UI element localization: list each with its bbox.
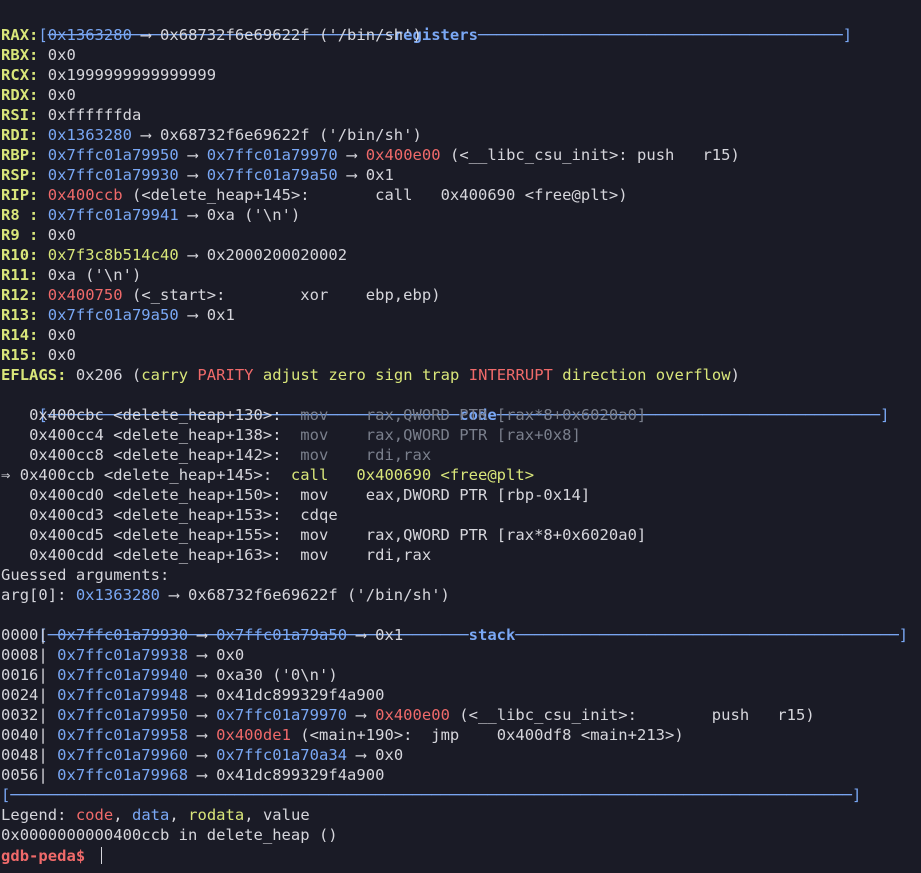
eflag-sign: sign [375, 366, 413, 384]
legend-code: code [75, 806, 114, 824]
code-line: 0x400cd0 <delete_heap+150>: mov eax,DWOR… [29, 486, 591, 504]
command-prompt-line[interactable]: gdb-peda$ [1, 846, 103, 866]
legend-rodata: rodata [188, 806, 245, 824]
eflag-trap: trap [421, 366, 460, 384]
gdb-prompt: gdb-peda$ [1, 847, 95, 865]
register-rdx: RDX: 0x0 [1, 86, 76, 104]
register-r12: R12: 0x400750 (<_start>: xor ebp,ebp) [1, 286, 441, 304]
register-rip: RIP: 0x400ccb (<delete_heap+145>: call 0… [1, 186, 628, 204]
eflag-zero: zero [328, 366, 366, 384]
register-rbp: RBP: 0x7ffc01a79950 ⟶ 0x7ffc01a79970 ⟶ 0… [1, 146, 740, 164]
code-line: 0x400cd3 <delete_heap+153>: cdqe [29, 506, 338, 524]
register-r10: R10: 0x7f3c8b514c40 ⟶ 0x2000200020002 [1, 246, 348, 264]
stack-row: 0008| 0x7ffc01a79938 ⟶ 0x0 [1, 646, 245, 664]
legend-data: data [131, 806, 170, 824]
register-r9: R9 : 0x0 [1, 226, 76, 244]
register-rbx: RBX: 0x0 [1, 46, 76, 64]
code-line: 0x400cdd <delete_heap+163>: mov rdi,rax [29, 546, 432, 564]
stack-row: 0016| 0x7ffc01a79940 ⟶ 0xa30 ('0\n') [1, 666, 338, 684]
legend-value: value [262, 806, 310, 824]
register-rsi: RSI: 0xffffffda [1, 106, 142, 124]
stack-row: 0048| 0x7ffc01a79960 ⟶ 0x7ffc01a70a34 ⟶ … [1, 746, 404, 764]
register-rdi: RDI: 0x1363280 ⟶ 0x68732f6e69622f ('/bin… [1, 126, 422, 144]
text-cursor[interactable] [100, 847, 103, 864]
code-line: 0x400cbc <delete_heap+130>: mov rax,QWOR… [29, 406, 647, 424]
eflag-direction: direction [562, 366, 647, 384]
code-line: 0x400cc4 <delete_heap+138>: mov rax,QWOR… [29, 426, 581, 444]
stack-row: 0040| 0x7ffc01a79958 ⟶ 0x400de1 (<main+1… [1, 726, 684, 744]
stack-row: 0056| 0x7ffc01a79968 ⟶ 0x41dc899329f4a90… [1, 766, 385, 784]
color-legend: Legend: code, data, rodata, value [1, 806, 310, 824]
code-line-current: ⇒ 0x400ccb <delete_heap+145>: call 0x400… [1, 466, 535, 484]
code-line: 0x400cc8 <delete_heap+142>: mov rdi,rax [29, 446, 432, 464]
eflag-parity: PARITY [197, 366, 254, 384]
eflag-interrupt: INTERRUPT [468, 366, 553, 384]
register-r11: R11: 0xa ('\n') [1, 266, 142, 284]
terminal-window[interactable]: [─────────────────────────────────────re… [0, 0, 921, 873]
stack-row: 0032| 0x7ffc01a79950 ⟶ 0x7ffc01a79970 ⟶ … [1, 706, 815, 724]
register-r13: R13: 0x7ffc01a79a50 ⟶ 0x1 [1, 306, 235, 324]
stack-section-header: [───────────────────────────────────────… [38, 626, 909, 644]
stack-row: 0024| 0x7ffc01a79948 ⟶ 0x41dc899329f4a90… [1, 686, 385, 704]
eflags-flag-list: carry PARITY adjust zero sign trap INTER… [141, 366, 730, 384]
guessed-argument-0: arg[0]: 0x1363280 ⟶ 0x68732f6e69622f ('/… [1, 586, 450, 604]
guessed-arguments-label: Guessed arguments: [1, 566, 170, 584]
stack-row: 0000| 0x7ffc01a79930 ⟶ 0x7ffc01a79a50 ⟶ … [1, 626, 404, 644]
stack-title: stack [468, 626, 516, 644]
code-section-header: [───────────────────────────────────────… [38, 406, 890, 424]
eflag-carry: carry [141, 366, 189, 384]
register-eflags: EFLAGS: 0x206 (carry PARITY adjust zero … [1, 366, 740, 384]
section-footer-rule: [───────────────────────────────────────… [1, 786, 862, 804]
register-r8: R8 : 0x7ffc01a79941 ⟶ 0xa ('\n') [1, 206, 301, 224]
code-line: 0x400cd5 <delete_heap+155>: mov rax,QWOR… [29, 526, 647, 544]
register-r14: R14: 0x0 [1, 326, 76, 344]
stop-location: 0x0000000000400ccb in delete_heap () [1, 826, 338, 844]
register-r15: R15: 0x0 [1, 346, 76, 364]
register-rsp: RSP: 0x7ffc01a79930 ⟶ 0x7ffc01a79a50 ⟶ 0… [1, 166, 394, 184]
registers-section-header: [─────────────────────────────────────re… [38, 26, 853, 44]
current-instruction-arrow: ⇒ [1, 466, 20, 484]
eflag-overflow: overflow [655, 366, 731, 384]
eflag-adjust: adjust [262, 366, 320, 384]
register-rcx: RCX: 0x1999999999999999 [1, 66, 217, 84]
register-rax: RAX: 0x1363280 ⟶ 0x68732f6e69622f ('/bin… [1, 26, 422, 44]
